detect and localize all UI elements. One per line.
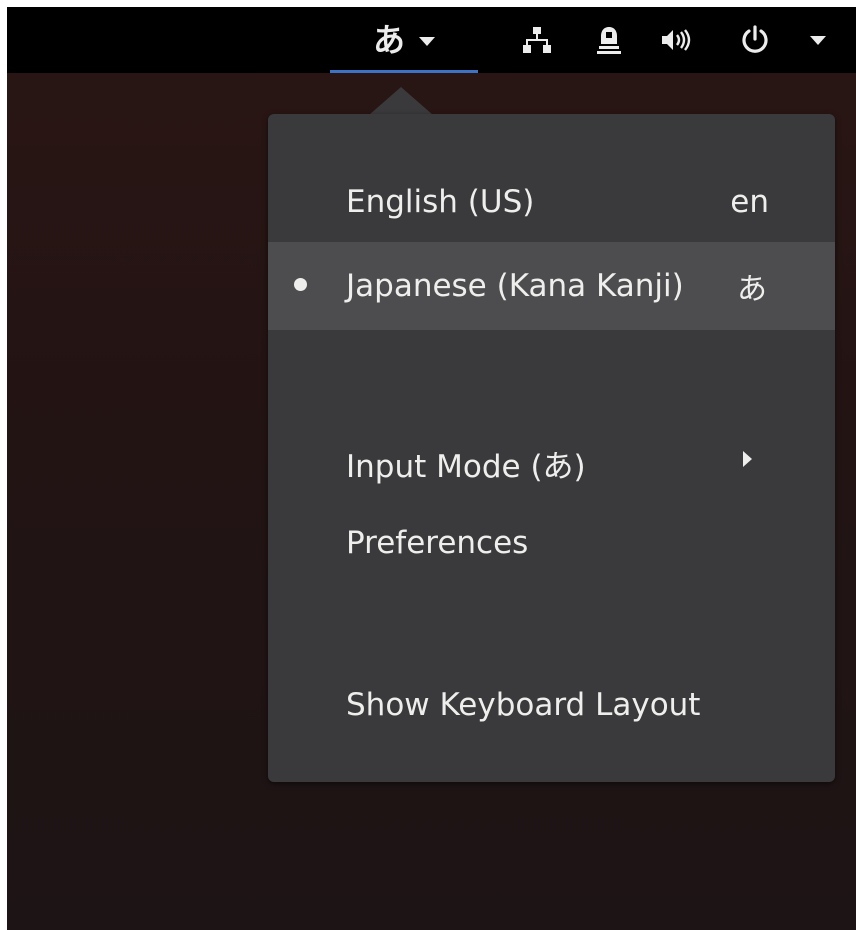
menu-item-japanese-kana-kanji[interactable]: Japanese (Kana Kanji) あ — [268, 242, 835, 330]
desktop-background: あ English (US) en Japanese (Kana Kanji) … — [7, 7, 856, 930]
menu-item-label: Show Keyboard Layout — [346, 687, 701, 723]
input-source-menu: English (US) en Japanese (Kana Kanji) あ … — [268, 114, 835, 782]
input-method-glyph: あ — [372, 21, 405, 59]
system-menu-caret-down-icon[interactable] — [804, 7, 832, 73]
submenu-arrow-icon — [743, 451, 752, 467]
input-method-indicator[interactable]: あ — [330, 7, 478, 73]
menu-item-english-us[interactable]: English (US) en — [268, 158, 835, 246]
caret-down-icon — [419, 31, 435, 50]
source-code: あ — [737, 272, 767, 307]
menu-item-input-mode[interactable]: Input Mode (あ) — [268, 419, 835, 507]
active-indicator-underline — [330, 70, 478, 73]
menu-item-preferences[interactable]: Preferences — [268, 499, 835, 587]
menu-item-label: Input Mode (あ) — [346, 448, 586, 485]
menu-item-label: Japanese (Kana Kanji) — [346, 268, 684, 304]
volume-icon[interactable] — [659, 7, 695, 73]
top-bar: あ — [7, 7, 856, 73]
notification-icon[interactable] — [593, 7, 625, 73]
selected-dot-icon — [294, 278, 307, 291]
power-icon[interactable] — [737, 7, 773, 73]
menu-pointer-arrow — [369, 87, 433, 115]
menu-item-label: English (US) — [346, 184, 535, 220]
network-icon[interactable] — [519, 7, 555, 73]
source-code: en — [730, 184, 769, 220]
menu-item-label: Preferences — [346, 525, 529, 561]
menu-item-show-keyboard-layout[interactable]: Show Keyboard Layout — [268, 661, 835, 749]
